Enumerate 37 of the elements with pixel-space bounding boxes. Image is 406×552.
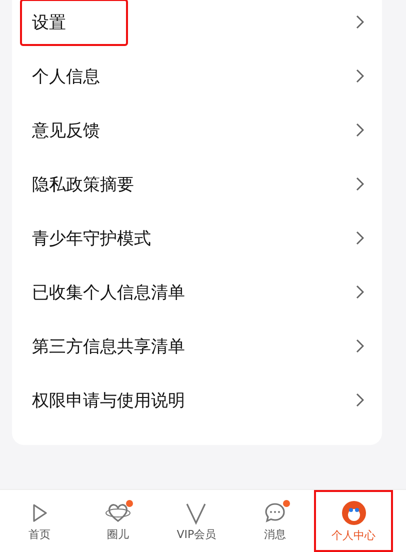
chevron-right-icon: [356, 177, 364, 191]
v-icon: [184, 500, 208, 524]
tab-label: 首页: [28, 526, 50, 542]
menu-item-label: 已收集个人信息清单: [31, 282, 186, 304]
menu-item[interactable]: 个人信息: [12, 49, 382, 103]
menu-item-label: 第三方信息共享清单: [31, 336, 186, 358]
avatar-icon: [340, 500, 367, 526]
tab-label: 个人中心: [332, 528, 376, 542]
chevron-right-icon: [356, 15, 364, 29]
menu-item-label: 设置: [20, 0, 128, 46]
chat-bubble-icon: [263, 500, 288, 524]
chevron-right-icon: [356, 393, 364, 407]
chevron-right-icon: [356, 231, 364, 245]
menu-item-label: 意见反馈: [31, 120, 101, 142]
menu-item-label: 权限申请与使用说明: [31, 390, 186, 412]
menu-item[interactable]: 隐私政策摘要: [12, 157, 382, 211]
tab-bar-item[interactable]: 首页: [0, 490, 79, 552]
chevron-right-icon: [356, 339, 364, 353]
tab-label: 圈儿: [106, 526, 129, 542]
menu-item[interactable]: 已收集个人信息清单: [12, 265, 382, 319]
menu-item[interactable]: 权限申请与使用说明: [12, 373, 382, 427]
menu-item[interactable]: 青少年守护模式: [12, 211, 382, 265]
tab-bar-item[interactable]: 个人中心: [314, 490, 393, 552]
menu-item[interactable]: 第三方信息共享清单: [12, 319, 382, 373]
tab-label: VIP会员: [176, 526, 216, 542]
chevron-right-icon: [356, 285, 364, 299]
tab-label: 消息: [264, 526, 286, 542]
menu-item[interactable]: 设置: [12, 0, 382, 49]
menu-item-label: 隐私政策摘要: [31, 174, 135, 196]
tab-bar-item[interactable]: VIP会员: [157, 490, 236, 552]
menu-item[interactable]: 意见反馈: [12, 103, 382, 157]
menu-item-label: 青少年守护模式: [31, 228, 152, 250]
chevron-right-icon: [356, 69, 364, 83]
chevron-right-icon: [356, 123, 364, 137]
tab-bar-item[interactable]: 消息: [236, 490, 314, 552]
tab-bar-item[interactable]: 圈儿: [78, 490, 158, 552]
menu-item-label: 个人信息: [31, 66, 101, 88]
